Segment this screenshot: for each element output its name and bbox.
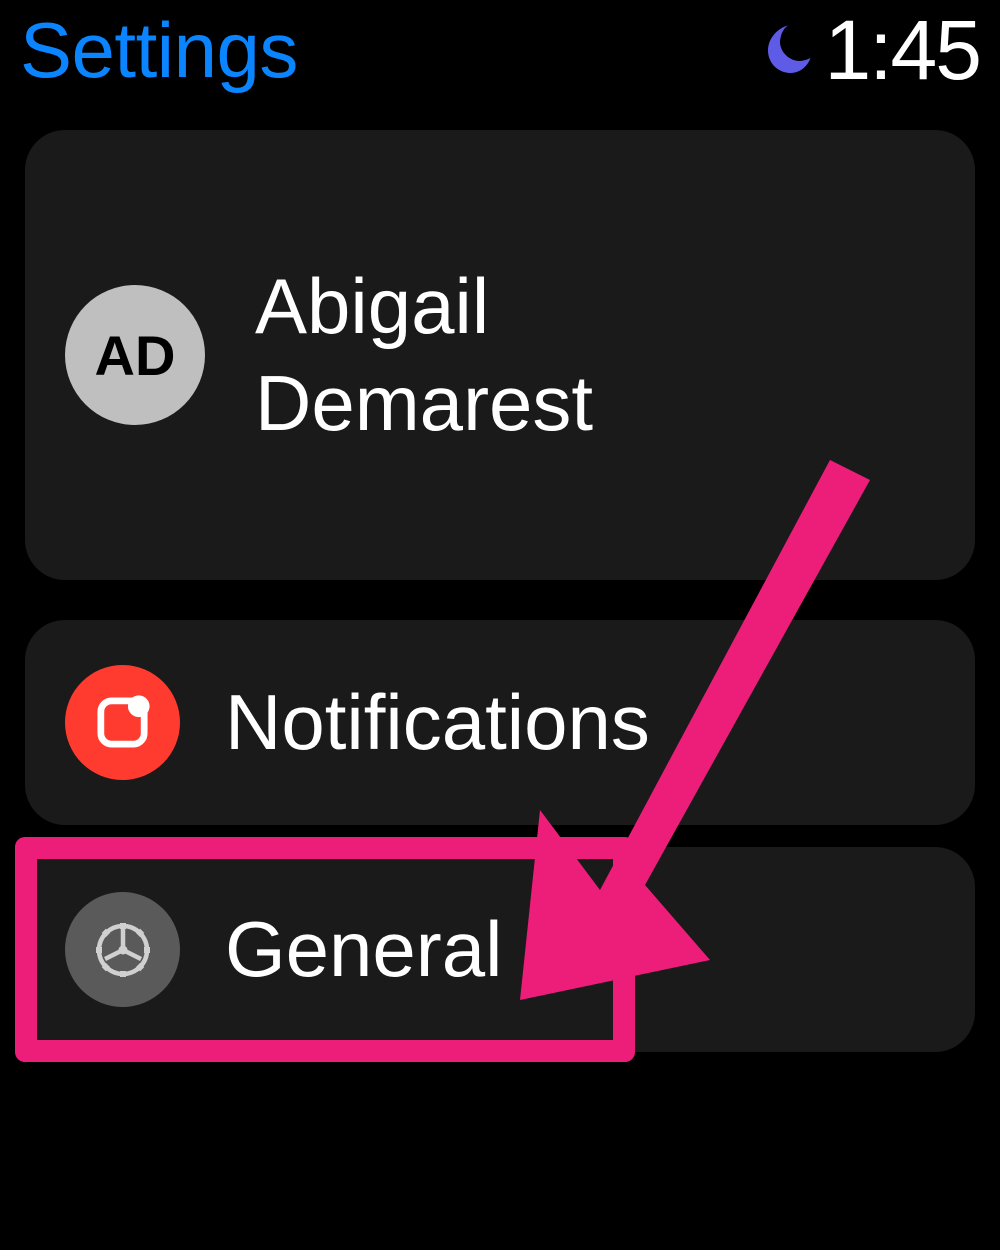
notifications-icon (65, 665, 180, 780)
status-header: Settings 1:45 (0, 0, 1000, 100)
clock-time: 1:45 (825, 2, 981, 99)
settings-list: AD Abigail Demarest Notifications (0, 100, 1000, 1052)
back-title[interactable]: Settings (20, 5, 298, 96)
gear-icon (65, 892, 180, 1007)
do-not-disturb-icon (753, 18, 813, 83)
avatar: AD (65, 285, 205, 425)
profile-name-last: Demarest (255, 359, 593, 447)
avatar-initials: AD (95, 323, 176, 388)
general-label: General (225, 904, 503, 995)
notifications-row[interactable]: Notifications (25, 620, 975, 825)
status-right: 1:45 (753, 2, 981, 99)
profile-name: Abigail Demarest (255, 258, 593, 453)
general-row[interactable]: General (25, 847, 975, 1052)
notifications-label: Notifications (225, 677, 650, 768)
profile-row[interactable]: AD Abigail Demarest (25, 130, 975, 580)
profile-name-first: Abigail (255, 262, 489, 350)
